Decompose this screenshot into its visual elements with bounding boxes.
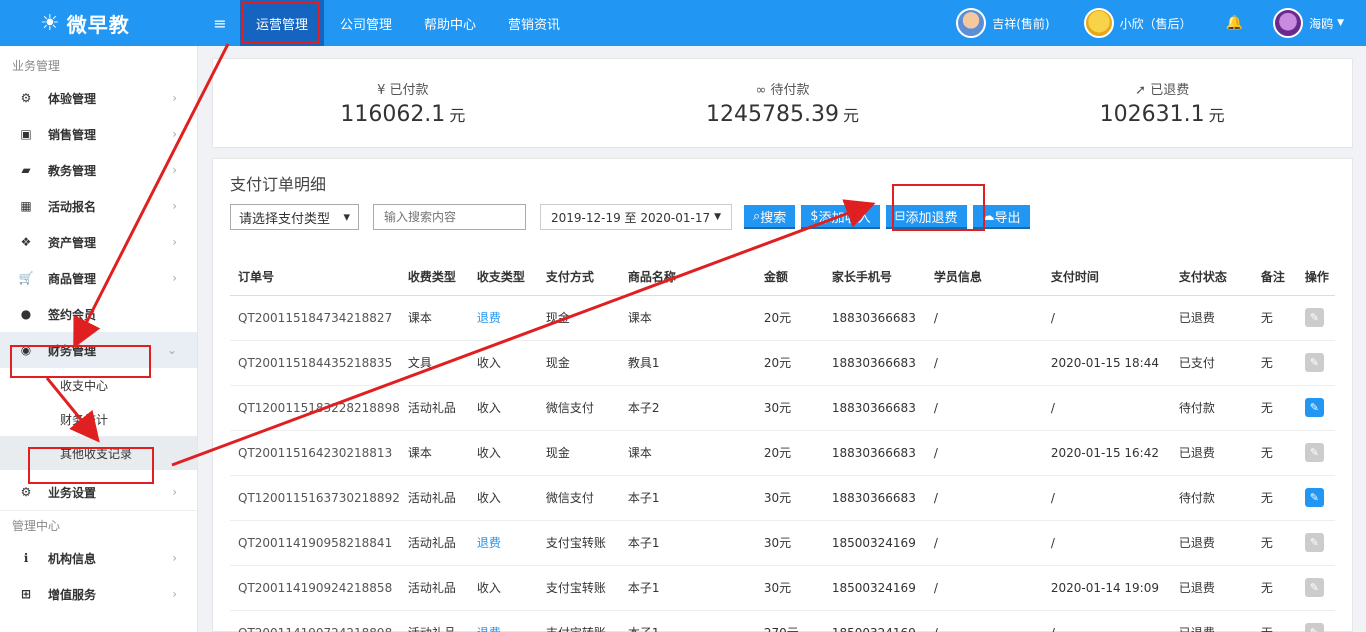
- annotation-arrows: [45, 43, 876, 467]
- arrow-records-to-refund: [171, 199, 876, 467]
- arrow-finance-to-records: [45, 377, 100, 443]
- arrow-nav-to-finance: [73, 43, 230, 349]
